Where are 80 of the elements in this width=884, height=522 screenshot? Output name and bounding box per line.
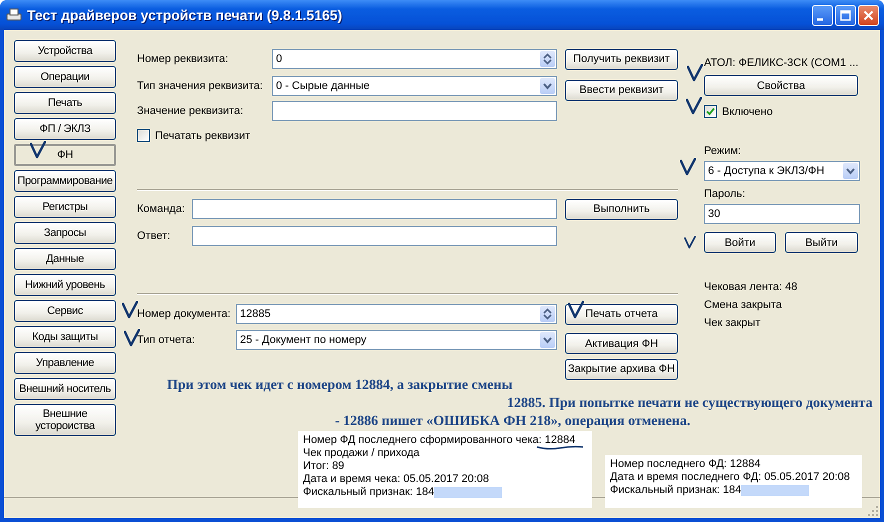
check-mark-icon <box>122 301 138 319</box>
set-requisite-button[interactable]: Ввести реквизит <box>565 80 678 100</box>
field-label: Ответ: <box>137 230 172 242</box>
checkbox-label: Печатать реквизит <box>155 130 250 142</box>
nav-button[interactable]: Данные <box>14 248 116 270</box>
info-text: Итог: 89 <box>303 460 344 473</box>
check-mark-icon <box>680 158 696 176</box>
nav-button[interactable]: Регистры <box>14 196 116 218</box>
check-mark-icon <box>686 97 702 115</box>
nav-button[interactable]: Устройства <box>14 40 116 62</box>
checkbox-label: Включено <box>722 106 773 118</box>
field-label: Режим: <box>704 145 742 157</box>
field-label: Команда: <box>137 203 186 215</box>
minimize-icon <box>817 18 823 20</box>
report-button[interactable]: Активация ФН <box>565 333 678 354</box>
input-field[interactable] <box>272 101 557 121</box>
device-name: АТОЛ: ФЕЛИКС-3СК (COM1 ... <box>704 57 860 69</box>
input-field[interactable] <box>192 199 557 219</box>
redaction-block <box>741 485 810 496</box>
number-spin-field[interactable]: 0 <box>272 49 557 69</box>
nav-button[interactable]: Печать <box>14 92 116 114</box>
maximize-button[interactable] <box>835 4 856 26</box>
report-button[interactable]: Печать отчета <box>565 304 678 324</box>
info-text: Фискальный признак: 184 <box>610 484 742 497</box>
field-label: Номер документа: <box>137 308 232 320</box>
checkbox[interactable] <box>704 105 717 118</box>
nav-button[interactable]: Программирование <box>14 170 116 192</box>
nav-button[interactable]: Операции <box>14 66 116 88</box>
check-mark-icon <box>687 64 703 82</box>
annotation-text: При этом чек идет с номером 12884, а закрытие смены 12885. При попытке печати не существующего документа - 12886 пишет «ОШИБКА ФН 218», операция отменена. <box>167 377 874 431</box>
input-field[interactable] <box>192 226 557 246</box>
maximize-icon <box>839 8 852 22</box>
check-mark-icon <box>30 141 46 159</box>
info-text: Фискальный признак: 184 <box>303 486 434 499</box>
redaction-block <box>434 487 502 498</box>
window-title: Тест драйверов устройств печати (9.8.1.5165) <box>27 7 344 23</box>
nav-button[interactable]: Запросы <box>14 222 116 244</box>
info-text: Номер последнего ФД: 12884 <box>610 458 760 471</box>
info-text: Номер ФД последнего сформированного чека: 12884 <box>303 434 576 447</box>
spin-buttons-icon[interactable] <box>540 51 555 67</box>
check-mark-icon <box>684 236 696 249</box>
close-button[interactable] <box>858 4 879 26</box>
nav-button[interactable]: Нижний уровень <box>14 274 116 296</box>
type-dropdown[interactable]: 0 - Сырые данные <box>272 76 557 96</box>
hand-drawn-underline <box>536 444 584 452</box>
info-text: Чек продажи / прихода <box>303 447 420 460</box>
field-label: Номер реквизита: <box>137 53 230 65</box>
nav-button[interactable]: ФН <box>14 144 116 166</box>
mode-dropdown[interactable]: 6 - Доступа к ЭКЛЗ/ФН <box>704 161 860 181</box>
nav-button[interactable]: Внешний носитель <box>14 378 116 400</box>
info-text: Дата и время чека: 05.05.2017 20:08 <box>303 473 490 486</box>
spin-buttons-icon[interactable] <box>540 306 555 322</box>
field-label: Пароль: <box>704 188 746 200</box>
logout-button[interactable]: Выйти <box>785 232 858 253</box>
nav-button[interactable]: ФП / ЭКЛЗ <box>14 118 116 140</box>
close-icon <box>862 8 875 22</box>
nav-button[interactable]: Сервис <box>14 300 116 322</box>
resize-grip-icon <box>867 505 879 517</box>
nav-button[interactable]: Внешние устороиства <box>14 404 116 436</box>
field-label: Тип отчета: <box>137 334 196 346</box>
field-label: Значение реквизита: <box>137 105 244 117</box>
minimize-button[interactable] <box>812 4 833 26</box>
status-text: Чек закрыт <box>704 317 762 329</box>
get-requisite-button[interactable]: Получить реквизит <box>565 48 678 70</box>
login-button[interactable]: Войти <box>704 232 776 253</box>
type-dropdown[interactable]: 25 - Документ по номеру <box>236 330 557 350</box>
password-field[interactable]: 30 <box>704 204 860 224</box>
nav-button[interactable]: Управление <box>14 352 116 374</box>
nav-button[interactable]: Коды защиты <box>14 326 116 348</box>
status-text: Смена закрыта <box>704 299 783 311</box>
number-spin-field[interactable]: 12885 <box>236 304 557 324</box>
status-text: Чековая лента: 48 <box>704 281 798 293</box>
field-label: Тип значения реквизита: <box>137 80 264 92</box>
properties-button[interactable]: Свойства <box>704 75 858 96</box>
info-text: Дата и время последнего ФД: 05.05.2017 20:08 <box>610 471 850 484</box>
report-button[interactable]: Закрытие архива ФН <box>565 358 678 380</box>
printer-icon <box>6 8 22 22</box>
check-mark-icon <box>568 300 584 320</box>
checkbox[interactable] <box>137 129 150 142</box>
run-button[interactable]: Выполнить <box>565 198 678 220</box>
